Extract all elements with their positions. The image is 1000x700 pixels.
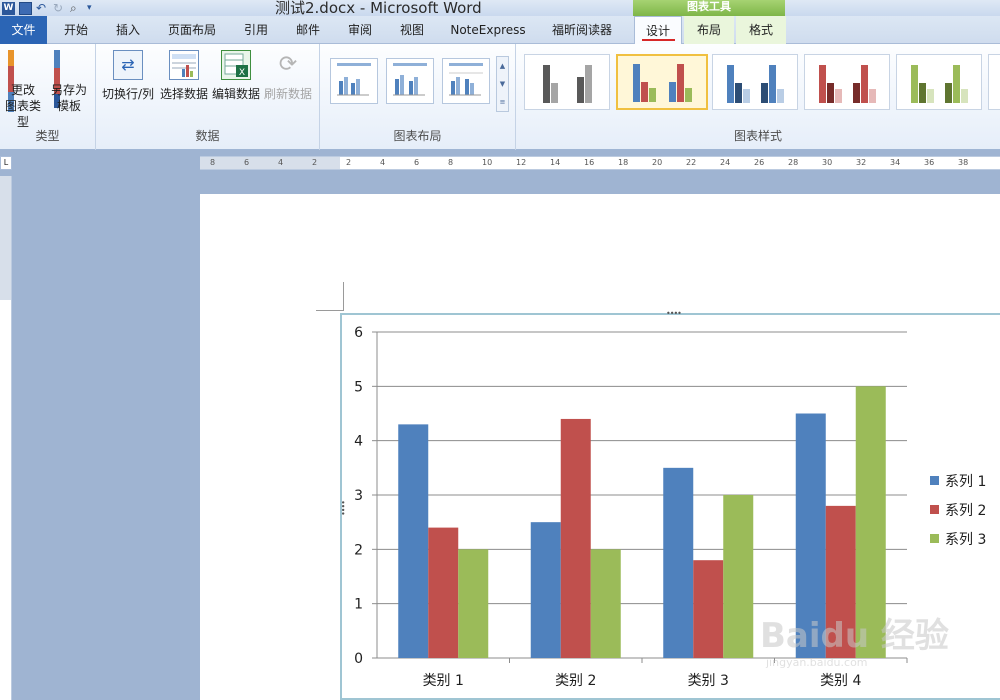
y-tick-label: 1 bbox=[354, 597, 363, 613]
bar-1 bbox=[663, 467, 694, 658]
legend-item-series-1[interactable]: 系列 1 bbox=[930, 466, 1000, 495]
legend-swatch-2 bbox=[930, 505, 939, 514]
watermark-logo: Baidu 经验 bbox=[760, 616, 949, 656]
y-tick-label: 5 bbox=[354, 379, 363, 395]
bar-1 bbox=[398, 424, 429, 658]
legend-label-2: 系列 2 bbox=[945, 502, 987, 519]
legend-item-series-3[interactable]: 系列 3 bbox=[930, 524, 1000, 553]
baidu-jingyan-watermark: Baidu 经验 jingyan.baidu.com bbox=[760, 600, 960, 680]
y-tick-label: 3 bbox=[354, 488, 363, 504]
legend-swatch-1 bbox=[930, 476, 939, 485]
y-tick-label: 2 bbox=[354, 542, 363, 558]
legend-label-1: 系列 1 bbox=[945, 473, 987, 490]
bar-3 bbox=[723, 495, 754, 658]
bar-2 bbox=[560, 418, 591, 658]
bar-3 bbox=[590, 549, 621, 658]
y-tick-label: 0 bbox=[354, 651, 363, 667]
bar-1 bbox=[530, 522, 561, 658]
clustered-column-chart: 0123456类别 1 类别 2 类别 3 类别 4 bbox=[354, 325, 908, 689]
legend-label-3: 系列 3 bbox=[945, 531, 987, 548]
x-category-label: 类别 2 bbox=[555, 673, 596, 689]
x-category-label: 类别 1 bbox=[423, 673, 464, 689]
x-category-label: 类别 3 bbox=[688, 673, 729, 689]
bar-3 bbox=[458, 549, 489, 658]
chart-legend[interactable]: 系列 1 系列 2 系列 3 bbox=[930, 466, 1000, 553]
y-tick-label: 4 bbox=[354, 434, 363, 450]
y-tick-label: 6 bbox=[354, 325, 363, 341]
legend-swatch-3 bbox=[930, 534, 939, 543]
bar-2 bbox=[693, 560, 724, 658]
bar-2 bbox=[428, 527, 459, 658]
legend-item-series-2[interactable]: 系列 2 bbox=[930, 495, 1000, 524]
watermark-url: jingyan.baidu.com bbox=[766, 656, 868, 669]
